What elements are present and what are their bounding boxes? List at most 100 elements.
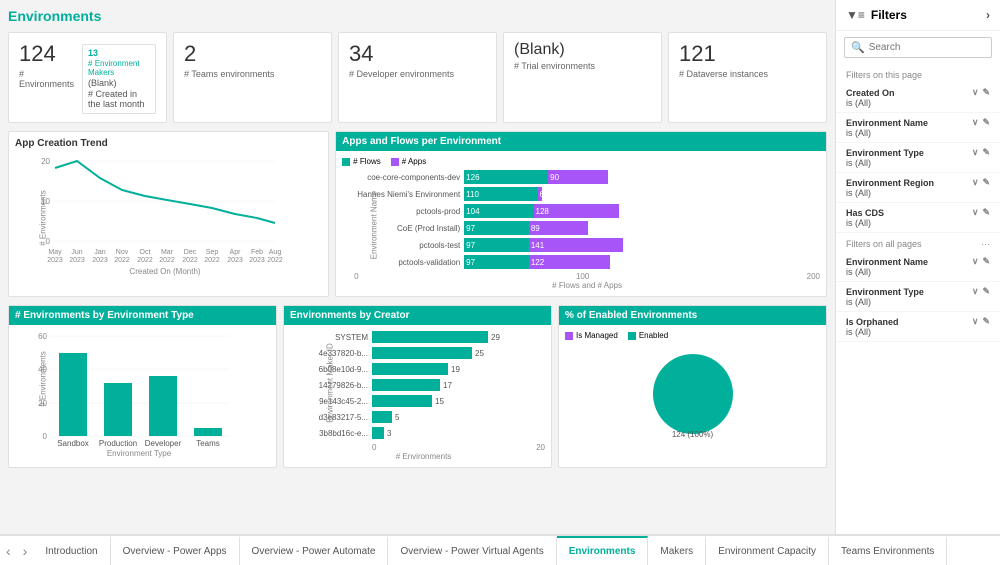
svg-text:2023: 2023 xyxy=(249,257,265,264)
apps-flows-legend: # Flows # Apps xyxy=(342,157,820,166)
filter-all-edit-2[interactable]: ✎ xyxy=(982,316,990,327)
svg-text:Created On (Month): Created On (Month) xyxy=(129,267,200,276)
svg-text:2022: 2022 xyxy=(137,257,153,264)
svg-text:2022: 2022 xyxy=(204,257,220,264)
pct-enabled-card: % of Enabled Environments Is Managed Ena… xyxy=(558,305,827,468)
middle-charts: App Creation Trend # Environments 20 10 … xyxy=(8,131,827,297)
kpi-teams-label: # Teams environments xyxy=(184,69,321,79)
filter-edit-4[interactable]: ✎ xyxy=(982,207,990,218)
creator-row-5: d3e83217-5... 5 xyxy=(302,411,545,423)
filter-all-chevron-0[interactable]: ∨ xyxy=(972,256,979,267)
kpi-environments-label: # Environments xyxy=(19,69,74,89)
bar-row-3: CoE (Prod Install) 97 89 xyxy=(354,221,820,235)
filter-all-edit-0[interactable]: ✎ xyxy=(982,256,990,267)
svg-text:2022: 2022 xyxy=(182,257,198,264)
filter-chevron-4[interactable]: ∨ xyxy=(972,207,979,218)
filter-chevron-3[interactable]: ∨ xyxy=(972,177,979,188)
tab-introduction[interactable]: Introduction xyxy=(33,536,110,565)
tab-environments[interactable]: Environments xyxy=(557,536,649,565)
creator-row-2: 6b08e10d-9... 19 xyxy=(302,363,545,375)
filter-all-edit-1[interactable]: ✎ xyxy=(982,286,990,297)
search-box[interactable]: 🔍 xyxy=(844,37,992,58)
kpi-environments: 124 # Environments 13 # Environment Make… xyxy=(8,32,167,123)
filter-env-region: Environment Region ∨ ✎ is (All) xyxy=(836,173,1000,203)
flows-x-label: # Flows and # Apps xyxy=(354,281,820,290)
pie-chart xyxy=(643,344,743,444)
trend-y-label: # Environments xyxy=(38,190,47,246)
all-pages-menu[interactable]: ··· xyxy=(981,239,990,249)
tab-prev-icon[interactable]: ‹ xyxy=(0,536,17,565)
filter-chevron-0[interactable]: ∨ xyxy=(972,87,979,98)
kpi-trial-value: (Blank) xyxy=(514,41,651,59)
apps-flows-title: Apps and Flows per Environment xyxy=(336,132,826,151)
svg-text:2022: 2022 xyxy=(159,257,175,264)
tab-next-icon[interactable]: › xyxy=(17,536,34,565)
filter-edit-2[interactable]: ✎ xyxy=(982,147,990,158)
filter-chevron-2[interactable]: ∨ xyxy=(972,147,979,158)
svg-text:0: 0 xyxy=(43,432,48,441)
search-input[interactable] xyxy=(869,42,1000,53)
flows-y-label: Environment Name xyxy=(370,191,379,259)
svg-text:May: May xyxy=(48,249,62,256)
env-type-card: # Environments by Environment Type # Env… xyxy=(8,305,277,468)
filter-all-env-name: Environment Name ∨ ✎ is (All) xyxy=(836,252,1000,282)
filter-all-chevron-2[interactable]: ∨ xyxy=(972,316,979,327)
svg-text:2023: 2023 xyxy=(47,257,63,264)
filters-collapse-icon[interactable]: › xyxy=(986,8,990,22)
env-type-y-label: # Environments xyxy=(38,351,47,407)
creator-row-6: 3b8bd16c-e... 3 xyxy=(302,427,545,439)
filter-icon: ▼≡ xyxy=(846,8,865,22)
filters-title: Filters xyxy=(871,8,907,22)
bar-container-4: 97 141 xyxy=(464,238,820,252)
enabled-legend: Enabled xyxy=(639,331,668,340)
kpi-environments-value: 124 xyxy=(19,41,74,67)
tab-power-virtual[interactable]: Overview - Power Virtual Agents xyxy=(388,536,556,565)
svg-text:Teams: Teams xyxy=(196,439,220,448)
filter-env-name: Environment Name ∨ ✎ is (All) xyxy=(836,113,1000,143)
svg-text:2023: 2023 xyxy=(227,257,243,264)
pct-legend: Is Managed Enabled xyxy=(565,331,820,340)
filter-edit-3[interactable]: ✎ xyxy=(982,177,990,188)
creator-row-3: 14279826-b... 17 xyxy=(302,379,545,391)
creator-y-label: Environment Maker ID xyxy=(325,343,334,423)
kpi-dataverse: 121 # Dataverse instances xyxy=(668,32,827,123)
svg-text:Developer: Developer xyxy=(145,439,182,448)
kpi-dataverse-value: 121 xyxy=(679,41,816,67)
bottom-charts: # Environments by Environment Type # Env… xyxy=(8,305,827,468)
svg-text:Feb: Feb xyxy=(251,249,263,256)
bar-row-5: pctools-validation 97 122 xyxy=(354,255,820,269)
bar-container-5: 97 122 xyxy=(464,255,820,269)
tab-teams-env[interactable]: Teams Environments xyxy=(829,536,947,565)
dashboard: Environments 124 # Environments 13 # Env… xyxy=(0,0,835,534)
tab-power-automate[interactable]: Overview - Power Automate xyxy=(240,536,389,565)
bar-row-0: coe-core-components-dev 126 90 xyxy=(354,170,820,184)
creator-row-1: 4e337820-b... 25 xyxy=(302,347,545,359)
filter-edit-0[interactable]: ✎ xyxy=(982,87,990,98)
filter-all-env-type: Environment Type ∨ ✎ is (All) xyxy=(836,282,1000,312)
apps-legend-color xyxy=(391,158,399,166)
tab-capacity[interactable]: Environment Capacity xyxy=(706,536,829,565)
kpi-developer-label: # Developer environments xyxy=(349,69,486,79)
svg-text:Sandbox: Sandbox xyxy=(57,439,89,448)
svg-text:Mar: Mar xyxy=(161,249,174,256)
bar-container-0: 126 90 xyxy=(464,170,820,184)
filter-has-cds: Has CDS ∨ ✎ is (All) xyxy=(836,203,1000,233)
svg-text:Apr: Apr xyxy=(230,249,242,256)
svg-text:Nov: Nov xyxy=(116,249,129,256)
filter-all-chevron-1[interactable]: ∨ xyxy=(972,286,979,297)
app-creation-trend-title: App Creation Trend xyxy=(15,138,322,152)
svg-text:Production: Production xyxy=(99,439,137,448)
creator-row-4: 9e143c45-2... 15 xyxy=(302,395,545,407)
filter-edit-1[interactable]: ✎ xyxy=(982,117,990,128)
svg-text:60: 60 xyxy=(38,332,47,341)
env-type-title: # Environments by Environment Type xyxy=(9,306,276,325)
tab-power-apps[interactable]: Overview - Power Apps xyxy=(111,536,240,565)
tab-makers[interactable]: Makers xyxy=(648,536,706,565)
env-type-chart: 60 40 20 0 Sandbox xyxy=(29,331,229,451)
svg-text:Jan: Jan xyxy=(94,249,105,256)
filters-panel: ▼≡ Filters › 🔍 Filters on this page Crea… xyxy=(835,0,1000,534)
flows-legend-color xyxy=(342,158,350,166)
filter-chevron-1[interactable]: ∨ xyxy=(972,117,979,128)
apps-legend-label: # Apps xyxy=(402,157,426,166)
svg-text:2022: 2022 xyxy=(267,257,283,264)
